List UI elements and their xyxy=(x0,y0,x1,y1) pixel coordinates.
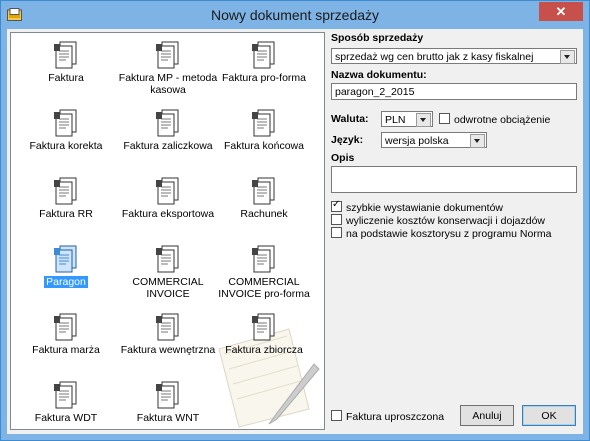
document-icon xyxy=(54,177,77,205)
document-type-label: Paragon xyxy=(44,276,88,288)
document-icon xyxy=(156,41,179,69)
document-icon xyxy=(252,109,275,137)
chevron-down-icon[interactable] xyxy=(560,50,575,64)
document-type-label: Faktura końcowa xyxy=(224,140,304,152)
document-type-item[interactable]: COMMERCIAL INVOICE pro-forma xyxy=(214,245,314,300)
currency-value: PLN xyxy=(385,114,406,126)
document-type-item[interactable]: Faktura MP - metoda kasowa xyxy=(118,41,218,96)
chevron-down-icon[interactable] xyxy=(470,134,485,148)
document-icon xyxy=(252,245,275,273)
document-type-label: Rachunek xyxy=(240,208,288,220)
settings-panel: Sposób sprzedaży sprzedaż wg cen brutto … xyxy=(329,29,583,434)
document-icon xyxy=(156,109,179,137)
document-type-item[interactable]: Rachunek xyxy=(214,177,314,220)
sposob-label: Sposób sprzedaży xyxy=(331,32,424,44)
simplified-invoice-checkbox[interactable]: Faktura uproszczona xyxy=(331,410,444,423)
document-type-label: COMMERCIAL INVOICE pro-forma xyxy=(218,276,310,300)
document-icon xyxy=(54,109,77,137)
cancel-button[interactable]: Anuluj xyxy=(460,405,514,426)
opis-label: Opis xyxy=(331,152,355,164)
document-type-label: Faktura zaliczkowa xyxy=(123,140,213,152)
option-fast-issue[interactable]: szybkie wystawianie dokumentów xyxy=(331,199,503,214)
option-label: szybkie wystawianie dokumentów xyxy=(346,202,503,214)
dialog-window: Nowy dokument sprzedaży ✕ Faktura Faktura… xyxy=(0,0,590,441)
document-type-item[interactable]: Faktura zaliczkowa xyxy=(118,109,218,152)
document-icon xyxy=(252,41,275,69)
simplified-invoice-label: Faktura uproszczona xyxy=(346,411,445,423)
document-type-label: Faktura wewnętrzna xyxy=(120,344,216,356)
window-title: Nowy dokument sprzedaży xyxy=(210,7,380,23)
document-type-label: COMMERCIAL INVOICE xyxy=(132,276,204,300)
checkbox-box[interactable] xyxy=(439,113,450,124)
document-type-label: Faktura MP - metoda kasowa xyxy=(118,72,218,96)
title-bar[interactable]: Nowy dokument sprzedaży ✕ xyxy=(1,1,589,29)
document-icon xyxy=(54,381,77,409)
reverse-charge-checkbox[interactable]: odwrotne obciążenie xyxy=(439,113,550,126)
document-type-item[interactable]: Faktura korekta xyxy=(16,109,116,152)
option-label: na podstawie kosztorysu z programu Norma xyxy=(346,228,552,240)
document-type-label: Faktura zbiorcza xyxy=(225,344,303,356)
nazwa-label: Nazwa dokumentu: xyxy=(331,69,427,81)
document-type-panel: Faktura Faktura MP - metoda kasowa Faktura… xyxy=(10,32,325,430)
document-type-item[interactable]: Faktura zbiorcza xyxy=(214,313,314,356)
document-icon xyxy=(156,177,179,205)
document-type-label: Faktura WDT xyxy=(34,412,98,424)
document-type-item[interactable]: Faktura WNT xyxy=(118,381,218,424)
document-type-item[interactable]: Faktura marża xyxy=(16,313,116,356)
document-icon xyxy=(252,177,275,205)
option-label: wyliczenie kosztów konserwacji i dojazdó… xyxy=(346,215,545,227)
jezyk-label: Język: xyxy=(331,134,364,146)
close-button[interactable]: ✕ xyxy=(539,2,583,21)
document-type-label: Faktura eksportowa xyxy=(121,208,215,220)
sales-method-select[interactable]: sprzedaż wg cen brutto jak z kasy fiskal… xyxy=(331,48,577,64)
document-type-label: Faktura RR xyxy=(39,208,93,220)
option-maintenance-costs[interactable]: wyliczenie kosztów konserwacji i dojazdó… xyxy=(331,214,545,227)
document-name-field[interactable]: paragon_2_2015 xyxy=(331,83,577,100)
document-type-label: Faktura marża xyxy=(32,344,100,356)
document-type-label: Faktura WNT xyxy=(136,412,200,424)
document-type-item[interactable]: Paragon xyxy=(16,245,116,288)
document-icon xyxy=(156,381,179,409)
chevron-down-icon[interactable] xyxy=(416,113,431,127)
option-norma-estimate[interactable]: na podstawie kosztorysu z programu Norma xyxy=(331,227,551,240)
dialog-client: Faktura Faktura MP - metoda kasowa Faktura… xyxy=(7,29,583,434)
checkbox-box[interactable] xyxy=(331,410,342,421)
checkbox-box[interactable] xyxy=(331,227,342,238)
document-icon xyxy=(54,245,77,273)
language-value: wersja polska xyxy=(385,135,449,147)
document-icon xyxy=(252,313,275,341)
document-type-item[interactable]: Faktura pro-forma xyxy=(214,41,314,84)
document-type-item[interactable]: Faktura eksportowa xyxy=(118,177,218,220)
document-type-item[interactable]: Faktura wewnętrzna xyxy=(118,313,218,356)
document-type-label: Faktura xyxy=(48,72,84,84)
document-type-item[interactable]: Faktura xyxy=(16,41,116,84)
checkbox-box[interactable] xyxy=(331,214,342,225)
checkbox-box[interactable] xyxy=(331,199,342,212)
sales-method-value: sprzedaż wg cen brutto jak z kasy fiskal… xyxy=(335,51,534,63)
ok-button[interactable]: OK xyxy=(522,405,576,426)
document-type-label: Faktura pro-forma xyxy=(221,72,307,84)
document-type-item[interactable]: Faktura końcowa xyxy=(214,109,314,152)
document-type-item[interactable]: Faktura WDT xyxy=(16,381,116,424)
document-icon xyxy=(54,313,77,341)
document-type-item[interactable]: COMMERCIAL INVOICE xyxy=(118,245,218,300)
currency-select[interactable]: PLN xyxy=(381,111,433,127)
document-icon xyxy=(156,245,179,273)
reverse-charge-label: odwrotne obciążenie xyxy=(454,114,551,126)
document-type-item[interactable]: Faktura RR xyxy=(16,177,116,220)
language-select[interactable]: wersja polska xyxy=(381,132,487,148)
description-field[interactable] xyxy=(331,166,577,193)
document-icon xyxy=(54,41,77,69)
document-type-label: Faktura korekta xyxy=(29,140,103,152)
waluta-label: Waluta: xyxy=(331,113,369,125)
document-icon xyxy=(156,313,179,341)
